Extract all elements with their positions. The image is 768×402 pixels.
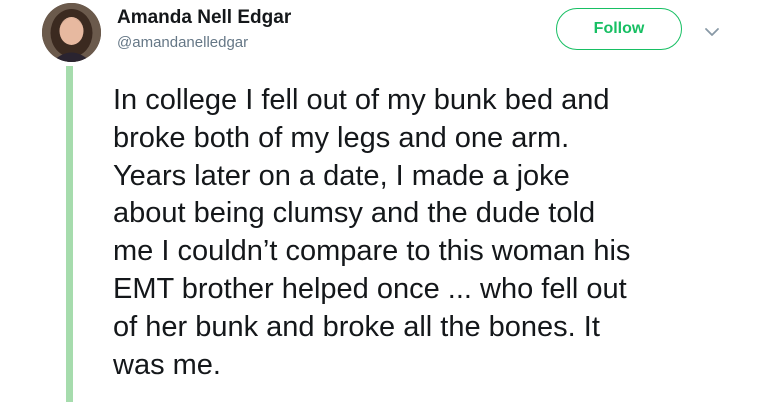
tweet-text-line: Years later on a date, I made a joke [113,159,570,192]
tweet-text: In college I fell out of my bunk bed and… [113,82,753,384]
tweet-text-line: me I couldn’t compare to this woman his [113,235,631,268]
tweet-text-line: EMT brother helped once ... who fell out [113,272,627,305]
author-display-name[interactable]: Amanda Nell Edgar [117,7,291,29]
tweet-text-line: was me. [113,348,221,381]
author-avatar[interactable] [42,3,101,62]
follow-button[interactable]: Follow [556,8,682,50]
tweet-text-line: In college I fell out of my bunk bed and [113,84,610,116]
tweet-text-line: of her bunk and broke all the bones. It [113,310,600,343]
tweet-text-line: broke both of my legs and one arm. [113,121,570,154]
thread-line [66,66,73,402]
tweet-text-line: about being clumsy and the dude told [113,197,596,230]
chevron-down-icon[interactable] [703,23,721,41]
profile-photo-icon [42,3,101,62]
tweet-card: Amanda Nell Edgar @amandanelledgar Follo… [0,0,768,402]
author-handle[interactable]: @amandanelledgar [117,34,248,51]
